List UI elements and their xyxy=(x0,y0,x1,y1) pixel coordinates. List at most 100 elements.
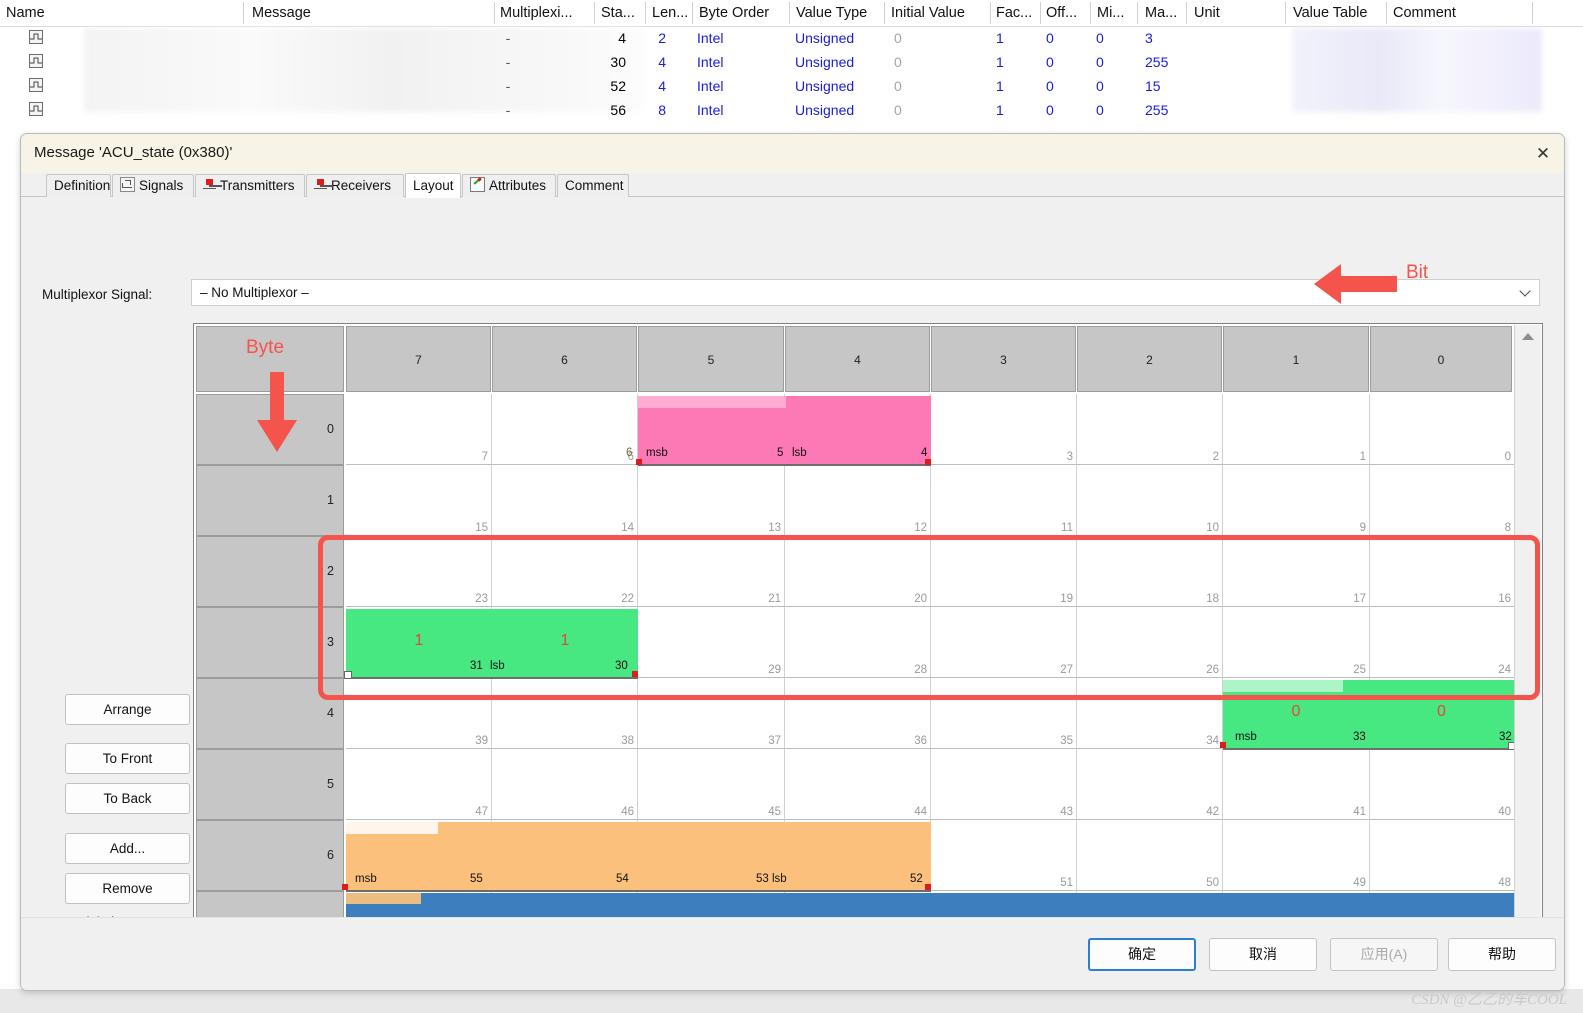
to-front-button[interactable]: To Front xyxy=(65,743,190,774)
column-header-message[interactable]: Message xyxy=(252,0,311,26)
column-header-value-table[interactable]: Value Table xyxy=(1293,0,1367,26)
column-divider[interactable] xyxy=(1040,2,1041,24)
grid-cell[interactable]: 12 xyxy=(785,465,931,536)
bit-column-header-2[interactable]: 2 xyxy=(1077,326,1222,392)
grid-cell[interactable]: 51 xyxy=(931,820,1077,891)
grid-cell[interactable]: 22 xyxy=(492,536,638,607)
grid-cell[interactable]: 50 xyxy=(1077,820,1223,891)
column-header-maximum[interactable]: Ma... xyxy=(1145,0,1177,26)
grid-cell[interactable]: 9 xyxy=(1223,465,1370,536)
grid-cell[interactable]: 42 xyxy=(1077,749,1223,820)
grid-cell[interactable]: 39 xyxy=(346,678,492,749)
bit-column-header-0[interactable]: 0 xyxy=(1370,326,1512,392)
column-divider[interactable] xyxy=(494,2,495,24)
tab-receivers[interactable]: Receivers xyxy=(306,174,404,197)
column-divider[interactable] xyxy=(990,2,991,24)
column-header-minimum[interactable]: Mi... xyxy=(1097,0,1124,26)
ok-button[interactable]: 确定 xyxy=(1088,938,1196,971)
column-header-multiplexing[interactable]: Multiplexi... xyxy=(500,0,573,26)
grid-cell[interactable]: 46 xyxy=(492,749,638,820)
byte-row-header-5[interactable]: 5 xyxy=(196,749,344,820)
signal-block-orange[interactable] xyxy=(346,822,931,892)
tab-attributes[interactable]: Attributes xyxy=(462,174,556,197)
signal-block-pink[interactable] xyxy=(638,396,931,466)
column-divider[interactable] xyxy=(243,2,244,24)
grid-cell[interactable]: 10 xyxy=(1077,465,1223,536)
grid-cell[interactable]: 27 xyxy=(931,607,1077,678)
byte-row-header-2[interactable]: 2 xyxy=(196,536,344,607)
grid-cell[interactable]: 17 xyxy=(1223,536,1370,607)
signal-green-upper-start-marker[interactable] xyxy=(344,671,352,679)
signal-orange-end-marker[interactable] xyxy=(925,884,931,890)
column-divider[interactable] xyxy=(594,2,595,24)
grid-cell[interactable]: 45 xyxy=(638,749,785,820)
grid-cell[interactable]: 8 xyxy=(1370,465,1514,536)
tab-comment[interactable]: Comment xyxy=(557,174,629,197)
grid-cell[interactable]: 19 xyxy=(931,536,1077,607)
grid-cell[interactable]: 11 xyxy=(931,465,1077,536)
signal-block-green-lower[interactable]: 0 0 xyxy=(1223,680,1514,750)
grid-cell[interactable]: 34 xyxy=(1077,678,1223,749)
column-header-offset[interactable]: Off... xyxy=(1046,0,1077,26)
column-header-initial-value[interactable]: Initial Value xyxy=(891,0,965,26)
bit-column-header-1[interactable]: 1 xyxy=(1223,326,1369,392)
bit-layout-grid-canvas[interactable]: 7 6 5 4 3 2 1 0 0 1 2 3 4 5 6 7 7 6 xyxy=(194,324,1514,977)
grid-cell[interactable]: 6 xyxy=(492,394,638,465)
column-header-factor[interactable]: Fac... xyxy=(996,0,1032,26)
table-row[interactable]: - 52 4 Intel Unsigned 0 1 0 0 15 xyxy=(0,74,1583,98)
column-divider[interactable] xyxy=(789,2,790,24)
byte-row-header-4[interactable]: 4 xyxy=(196,678,344,749)
bit-column-header-3[interactable]: 3 xyxy=(931,326,1076,392)
column-header-comment[interactable]: Comment xyxy=(1393,0,1456,26)
column-header-value-type[interactable]: Value Type xyxy=(796,0,867,26)
signal-green-lower-start-marker[interactable] xyxy=(1220,742,1226,748)
byte-row-header-6[interactable]: 6 xyxy=(196,820,344,891)
add-button[interactable]: Add... xyxy=(65,833,190,864)
table-row[interactable]: - 4 2 Intel Unsigned 0 1 0 0 3 xyxy=(0,26,1583,50)
grid-cell[interactable]: 3 xyxy=(931,394,1077,465)
tab-layout[interactable]: Layout xyxy=(405,173,461,198)
arrange-button[interactable]: Arrange xyxy=(65,694,190,725)
grid-cell[interactable]: 29 xyxy=(638,607,785,678)
grid-cell[interactable]: 40 xyxy=(1370,749,1514,820)
byte-row-header-3[interactable]: 3 xyxy=(196,607,344,678)
signal-pink-start-marker[interactable] xyxy=(636,459,642,465)
grid-cell[interactable]: 49 xyxy=(1223,820,1370,891)
bit-column-header-7[interactable]: 7 xyxy=(346,326,491,392)
bit-column-header-5[interactable]: 5 xyxy=(638,326,784,392)
tab-transmitters[interactable]: Transmitters xyxy=(195,174,305,197)
grid-cell[interactable]: 28 xyxy=(785,607,931,678)
grid-cell[interactable]: 35 xyxy=(931,678,1077,749)
table-row[interactable]: - 56 8 Intel Unsigned 0 1 0 0 255 xyxy=(0,98,1583,122)
grid-cell[interactable]: 7 xyxy=(346,394,492,465)
to-back-button[interactable]: To Back xyxy=(65,783,190,814)
close-icon[interactable]: ✕ xyxy=(1530,142,1556,166)
grid-cell[interactable]: 43 xyxy=(931,749,1077,820)
grid-cell[interactable]: 24 xyxy=(1370,607,1514,678)
grid-cell[interactable]: 44 xyxy=(785,749,931,820)
column-header-unit[interactable]: Unit xyxy=(1194,0,1220,26)
grid-cell[interactable]: 37 xyxy=(638,678,785,749)
signal-green-upper-end-marker[interactable] xyxy=(632,671,638,677)
tab-definition[interactable]: Definition xyxy=(46,174,111,197)
grid-cell[interactable]: 15 xyxy=(346,465,492,536)
signal-orange-start-marker[interactable] xyxy=(342,884,348,890)
column-header-start[interactable]: Sta... xyxy=(601,0,635,26)
column-header-byte-order[interactable]: Byte Order xyxy=(699,0,769,26)
grid-cell[interactable]: 47 xyxy=(346,749,492,820)
bit-layout-grid[interactable]: 7 6 5 4 3 2 1 0 0 1 2 3 4 5 6 7 7 6 xyxy=(193,323,1543,978)
grid-cell[interactable]: 48 xyxy=(1370,820,1514,891)
grid-cell[interactable]: 1 xyxy=(1223,394,1370,465)
byte-row-header-1[interactable]: 1 xyxy=(196,465,344,536)
grid-cell[interactable]: 14 xyxy=(492,465,638,536)
bit-column-header-6[interactable]: 6 xyxy=(492,326,637,392)
help-button[interactable]: 帮助 xyxy=(1448,938,1556,971)
column-divider[interactable] xyxy=(1386,2,1387,24)
column-header-length[interactable]: Len... xyxy=(652,0,688,26)
column-divider[interactable] xyxy=(645,2,646,24)
grid-cell[interactable]: 38 xyxy=(492,678,638,749)
column-divider[interactable] xyxy=(1090,2,1091,24)
table-row[interactable]: - 30 4 Intel Unsigned 0 1 0 0 255 xyxy=(0,50,1583,74)
grid-cell[interactable]: 16 xyxy=(1370,536,1514,607)
grid-cell[interactable]: 2 xyxy=(1077,394,1223,465)
